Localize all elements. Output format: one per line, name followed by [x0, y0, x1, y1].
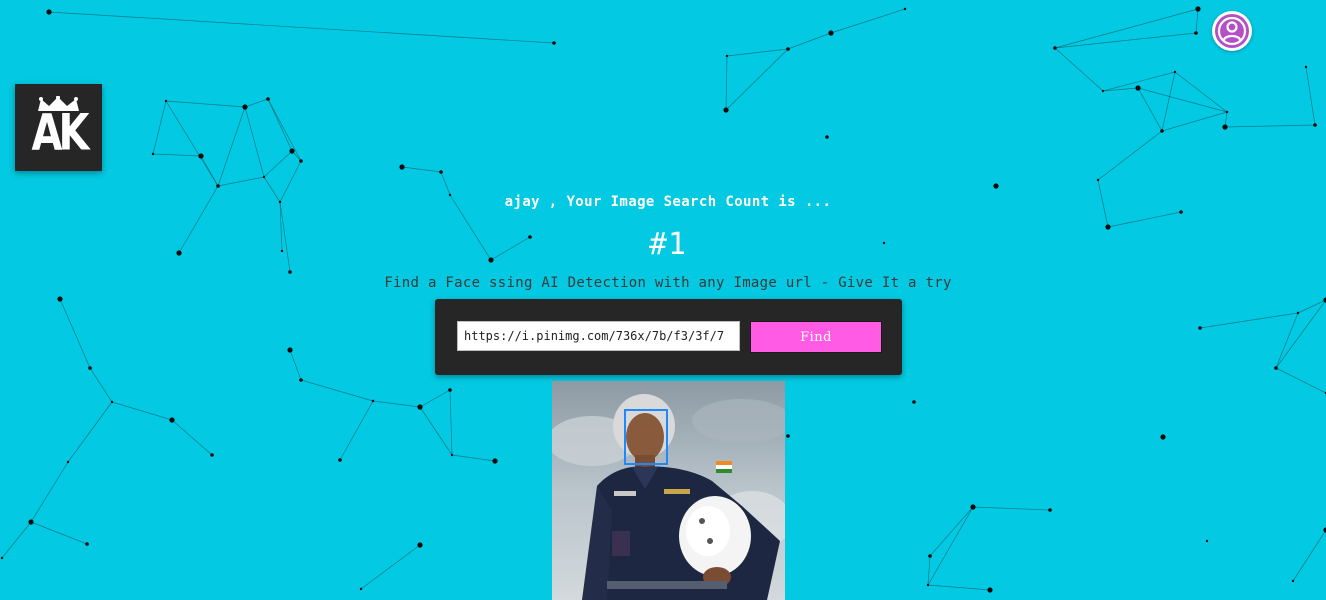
brand-logo[interactable]: AK [15, 84, 102, 171]
profile-button[interactable] [1212, 11, 1252, 51]
search-panel: Find [435, 299, 902, 375]
logo-text: AK [31, 104, 90, 162]
search-count-value: #1 [648, 227, 688, 262]
search-count-greeting: ajay , Your Image Search Count is ... [504, 194, 832, 210]
find-button[interactable]: Find [750, 321, 882, 353]
face-detection-box [624, 409, 668, 465]
image-url-input[interactable] [457, 321, 740, 351]
portrait-image [552, 381, 785, 600]
result-image [552, 381, 785, 600]
user-circle-icon [1215, 14, 1249, 48]
page-tagline: Find a Face ssing AI Detection with any … [384, 275, 952, 291]
